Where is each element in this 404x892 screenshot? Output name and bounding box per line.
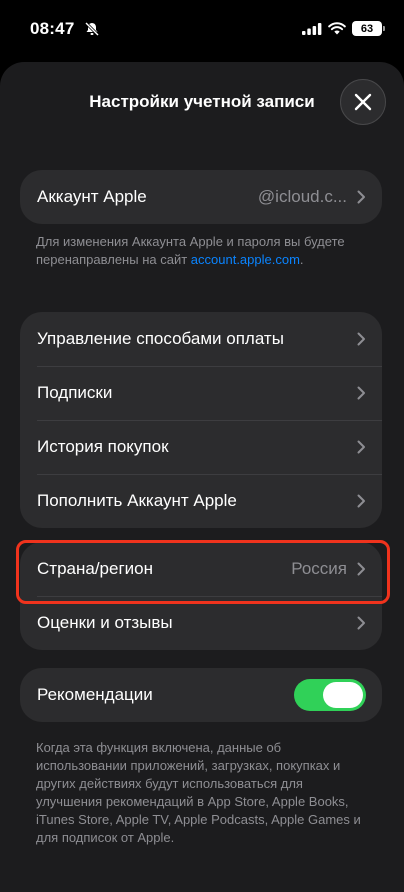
apple-account-group: Аккаунт Apple @icloud.c... (20, 170, 382, 224)
row-label: Подписки (37, 383, 113, 402)
toggle-knob (323, 682, 363, 708)
wifi-icon (328, 22, 346, 35)
chevron-right-icon (357, 190, 365, 204)
status-indicators: 63 (302, 21, 385, 36)
cellular-signal-icon (302, 22, 322, 35)
payment-methods-row[interactable]: Управление способами оплаты (20, 312, 382, 366)
apple-account-row[interactable]: Аккаунт Apple @icloud.c... (20, 170, 382, 224)
close-button[interactable] (340, 79, 386, 125)
account-settings-sheet: Настройки учетной записи Аккаунт Apple @… (0, 62, 404, 892)
region-group: Страна/регион Россия Оценки и отзывы (20, 542, 382, 650)
ratings-reviews-label: Оценки и отзывы (37, 613, 173, 632)
bell-off-icon (84, 21, 100, 37)
ratings-reviews-row[interactable]: Оценки и отзывы (20, 596, 382, 650)
close-icon (354, 93, 372, 111)
add-funds-row[interactable]: Пополнить Аккаунт Apple (20, 474, 382, 528)
apple-account-label: Аккаунт Apple (37, 187, 147, 206)
row-label: Управление способами оплаты (37, 329, 284, 348)
country-region-value: Россия (291, 559, 347, 578)
recommendations-label: Рекомендации (37, 685, 153, 704)
status-time: 08:47 (30, 19, 75, 38)
chevron-right-icon (357, 440, 365, 454)
apple-account-email: @icloud.c... (257, 187, 347, 206)
chevron-right-icon (357, 332, 365, 346)
subscriptions-row[interactable]: Подписки (20, 366, 382, 420)
chevron-right-icon (357, 494, 365, 508)
recommendations-group: Рекомендации (20, 668, 382, 722)
battery-level: 63 (360, 22, 374, 35)
purchases-group: Управление способами оплаты Подписки Ист… (20, 312, 382, 528)
recommendations-note: Когда эта функция включена, данные об ис… (36, 740, 361, 845)
row-label: История покупок (37, 437, 169, 456)
row-label: Пополнить Аккаунт Apple (37, 491, 237, 510)
recommendations-row: Рекомендации (20, 668, 382, 722)
recommendations-toggle[interactable] (294, 679, 366, 711)
apple-account-note: Для изменения Аккаунта Apple и пароля вы… (36, 233, 376, 269)
chevron-right-icon (357, 616, 365, 630)
battery-indicator: 63 (352, 21, 385, 36)
country-region-row[interactable]: Страна/регион Россия (20, 542, 382, 596)
purchase-history-row[interactable]: История покупок (20, 420, 382, 474)
chevron-right-icon (357, 386, 365, 400)
apple-account-note-suffix: . (299, 252, 304, 267)
account-apple-link[interactable]: account.apple.com (191, 252, 300, 267)
status-bar: 08:47 63 (0, 0, 404, 60)
chevron-right-icon (357, 562, 365, 576)
country-region-label: Страна/регион (37, 559, 153, 578)
